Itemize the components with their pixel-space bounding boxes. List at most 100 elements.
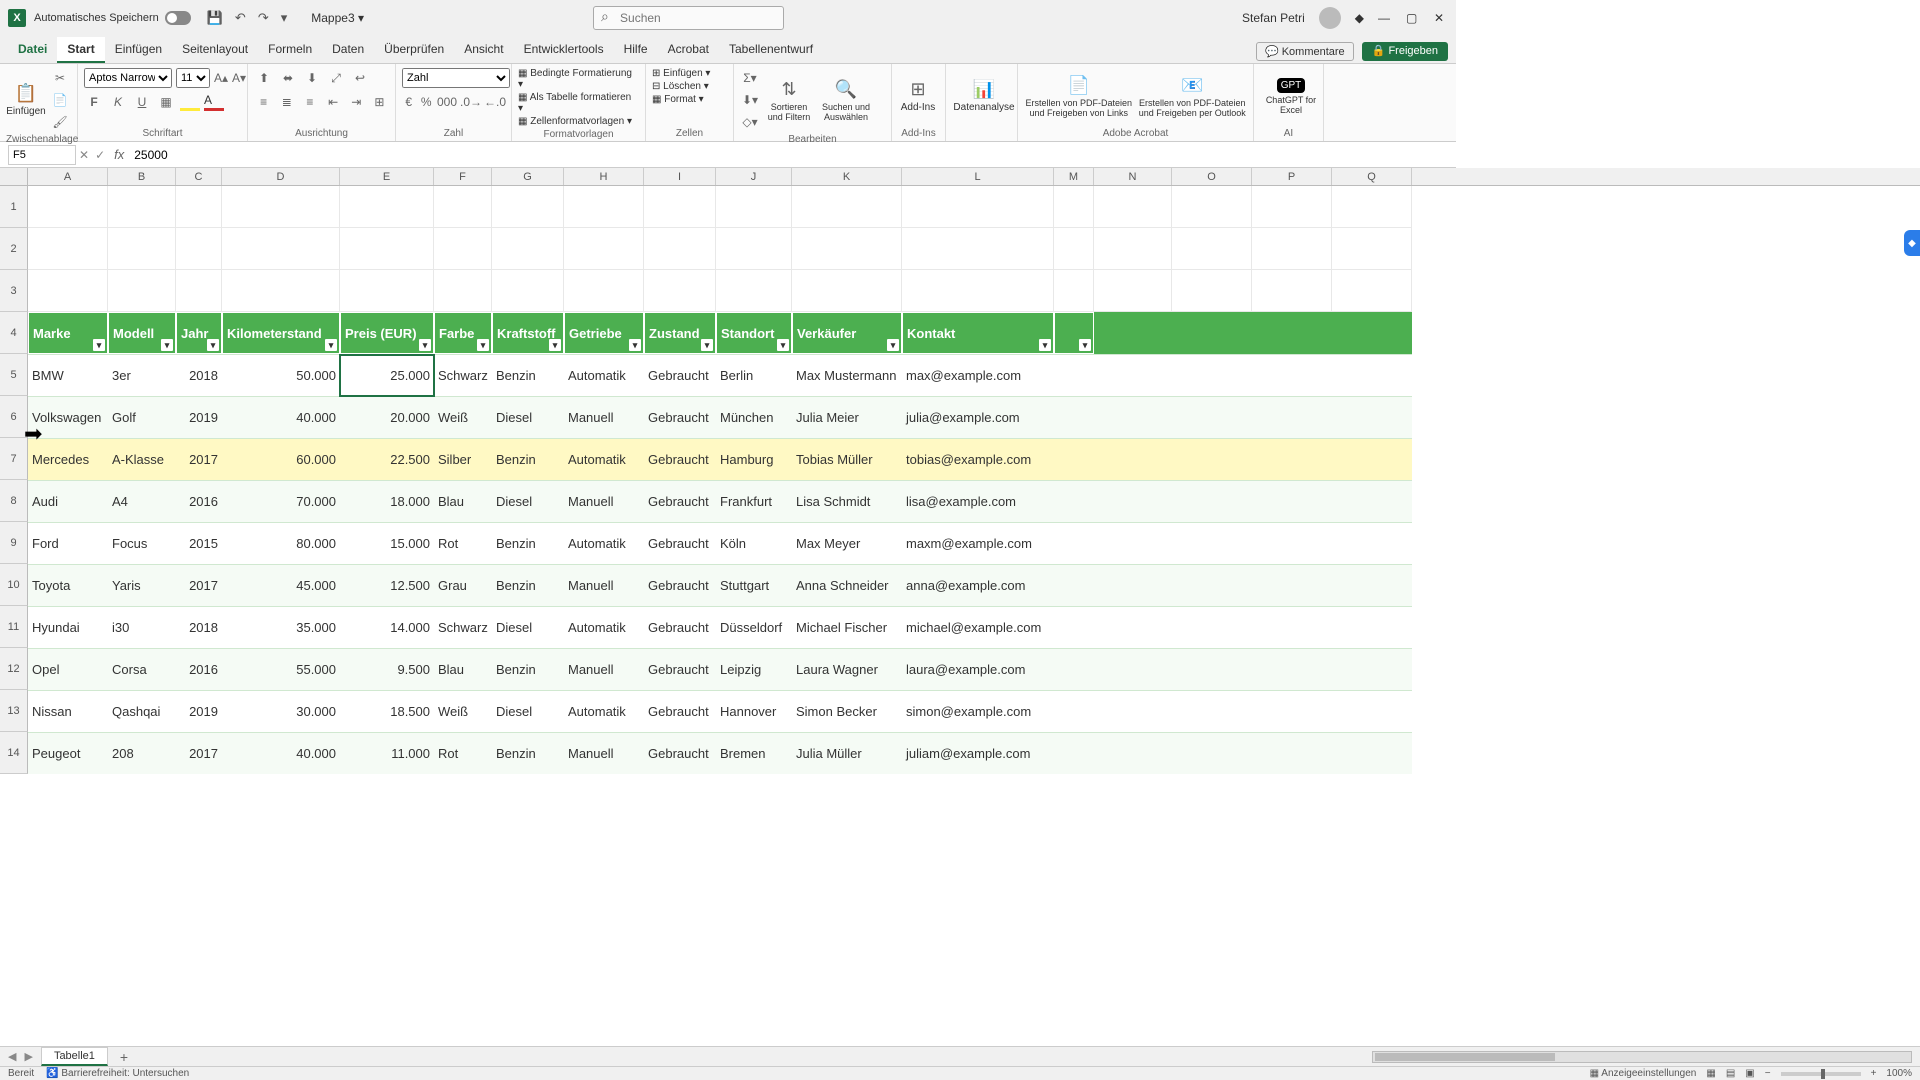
table-cell[interactable]: 2018	[176, 355, 222, 396]
italic-icon[interactable]: K	[108, 92, 128, 112]
table-cell[interactable]: 30.000	[222, 691, 340, 732]
table-cell[interactable]: Gebraucht	[644, 649, 716, 690]
wrap-text-icon[interactable]: ↩	[350, 68, 370, 88]
col-header[interactable]: C	[176, 168, 222, 185]
merge-icon[interactable]: ⊞	[370, 92, 389, 112]
align-middle-icon[interactable]: ⬌	[278, 68, 298, 88]
format-cells-button[interactable]: ▦ Format ▾	[652, 94, 727, 105]
row-header[interactable]: 14	[0, 732, 28, 774]
table-cell[interactable]: Automatik	[564, 523, 644, 564]
table-cell[interactable]: Manuell	[564, 397, 644, 438]
camera-icon[interactable]: ▾	[281, 10, 288, 26]
paste-button[interactable]: 📋Einfügen	[6, 72, 46, 128]
copy-icon[interactable]: 📄	[50, 90, 70, 110]
table-cell[interactable]: tobias@example.com	[902, 439, 1054, 480]
increase-font-icon[interactable]: A▴	[214, 68, 228, 88]
align-left-icon[interactable]: ≡	[254, 92, 273, 112]
close-icon[interactable]: ✕	[1434, 11, 1448, 25]
table-cell[interactable]: 20.000	[340, 397, 434, 438]
row-header[interactable]: 12	[0, 648, 28, 690]
table-cell[interactable]: Benzin	[492, 523, 564, 564]
table-cell[interactable]: Corsa	[108, 649, 176, 690]
formula-input[interactable]	[130, 145, 1456, 165]
table-cell[interactable]: 45.000	[222, 565, 340, 606]
align-top-icon[interactable]: ⬆	[254, 68, 274, 88]
addins-button[interactable]: ⊞Add-Ins	[898, 68, 938, 124]
status-accessibility[interactable]: ♿ Barrierefreiheit: Untersuchen	[46, 1068, 189, 1079]
table-cell[interactable]: Gebraucht	[644, 439, 716, 480]
row-header[interactable]: 8	[0, 480, 28, 522]
table-cell[interactable]: Bremen	[716, 733, 792, 774]
table-cell[interactable]: Opel	[28, 649, 108, 690]
align-bottom-icon[interactable]: ⬇	[302, 68, 322, 88]
table-cell[interactable]: Max Meyer	[792, 523, 902, 564]
fill-icon[interactable]: ⬇▾	[740, 90, 760, 110]
sort-filter-button[interactable]: ⇅Sortieren und Filtern	[764, 72, 814, 128]
table-cell[interactable]: i30	[108, 607, 176, 648]
number-format-select[interactable]: Zahl	[402, 68, 510, 88]
table-header[interactable]: Farbe▾	[434, 312, 492, 354]
col-header[interactable]: P	[1252, 168, 1332, 185]
row-header[interactable]: 11	[0, 606, 28, 648]
table-cell[interactable]: 2016	[176, 649, 222, 690]
table-cell[interactable]: Hamburg	[716, 439, 792, 480]
pdf-share-link-button[interactable]: 📄Erstellen von PDF-Dateien und Freigeben…	[1024, 68, 1134, 124]
table-header[interactable]: Marke▾	[28, 312, 108, 354]
col-header[interactable]: H	[564, 168, 644, 185]
table-cell[interactable]: 15.000	[340, 523, 434, 564]
table-cell[interactable]: Manuell	[564, 649, 644, 690]
table-cell[interactable]: 2017	[176, 565, 222, 606]
table-cell[interactable]: 208	[108, 733, 176, 774]
chatgpt-button[interactable]: GPTChatGPT for Excel	[1260, 68, 1322, 124]
table-cell[interactable]: Hyundai	[28, 607, 108, 648]
table-cell[interactable]: 50.000	[222, 355, 340, 396]
table-cell[interactable]: 14.000	[340, 607, 434, 648]
avatar[interactable]	[1319, 7, 1341, 29]
table-header[interactable]: Preis (EUR)▾	[340, 312, 434, 354]
table-cell[interactable]: Golf	[108, 397, 176, 438]
table-cell[interactable]: A4	[108, 481, 176, 522]
name-box[interactable]	[8, 145, 76, 165]
percent-icon[interactable]: %	[420, 92, 434, 112]
table-cell[interactable]: Düsseldorf	[716, 607, 792, 648]
table-cell[interactable]: Frankfurt	[716, 481, 792, 522]
align-center-icon[interactable]: ≣	[277, 92, 296, 112]
col-header[interactable]: E	[340, 168, 434, 185]
table-cell[interactable]: Gebraucht	[644, 397, 716, 438]
indent-increase-icon[interactable]: ⇥	[347, 92, 366, 112]
row-header[interactable]: 2	[0, 228, 28, 270]
table-row[interactable]: VolkswagenGolf201940.00020.000WeißDiesel…	[28, 396, 1412, 438]
underline-icon[interactable]: U	[132, 92, 152, 112]
filter-icon[interactable]: ▾	[549, 339, 561, 351]
table-cell[interactable]: 80.000	[222, 523, 340, 564]
table-cell[interactable]: Diesel	[492, 607, 564, 648]
table-cell[interactable]: 2017	[176, 733, 222, 774]
table-row[interactable]: Peugeot208201740.00011.000RotBenzinManue…	[28, 732, 1412, 774]
table-header[interactable]: Verkäufer▾	[792, 312, 902, 354]
diamond-icon[interactable]: ◆	[1355, 11, 1364, 25]
filter-icon[interactable]: ▾	[701, 339, 713, 351]
table-cell[interactable]: max@example.com	[902, 355, 1054, 396]
pdf-share-outlook-button[interactable]: 📧Erstellen von PDF-Dateien und Freigeben…	[1138, 68, 1248, 124]
table-cell[interactable]: Berlin	[716, 355, 792, 396]
table-cell[interactable]: Focus	[108, 523, 176, 564]
table-cell[interactable]: 35.000	[222, 607, 340, 648]
col-header[interactable]: B	[108, 168, 176, 185]
tab-einfügen[interactable]: Einfügen	[105, 37, 172, 63]
table-cell[interactable]: Gebraucht	[644, 481, 716, 522]
table-cell[interactable]: Julia Müller	[792, 733, 902, 774]
table-cell[interactable]: 2019	[176, 397, 222, 438]
table-cell[interactable]: Simon Becker	[792, 691, 902, 732]
table-cell[interactable]: Tobias Müller	[792, 439, 902, 480]
zoom-slider[interactable]	[1781, 1072, 1861, 1076]
add-sheet-icon[interactable]: +	[120, 1049, 128, 1065]
view-normal-icon[interactable]: ▦	[1706, 1068, 1715, 1079]
col-header[interactable]: O	[1172, 168, 1252, 185]
side-panel-icon[interactable]: ◆	[1904, 230, 1920, 256]
col-header[interactable]: M	[1054, 168, 1094, 185]
table-cell[interactable]: Qashqai	[108, 691, 176, 732]
col-header[interactable]: N	[1094, 168, 1172, 185]
table-cell[interactable]: Leipzig	[716, 649, 792, 690]
toggle-icon[interactable]	[165, 11, 191, 25]
spreadsheet-grid[interactable]: ABCDEFGHIJKLMNOPQ 1234567891011121314 Ma…	[0, 168, 1920, 1050]
